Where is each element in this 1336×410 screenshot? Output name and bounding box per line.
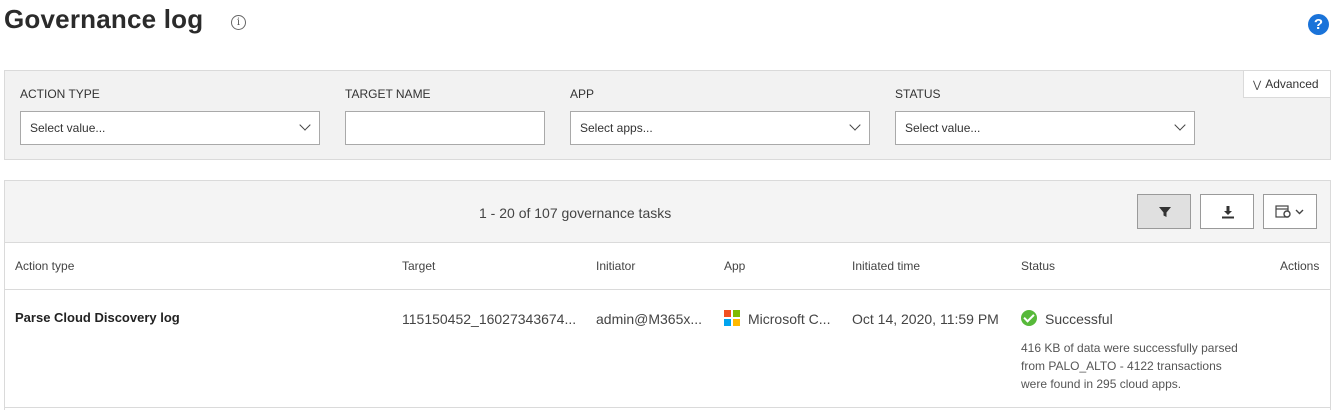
chevron-down-icon [299,119,311,131]
app-placeholder: Select apps... [580,121,653,135]
help-icon[interactable]: ? [1308,14,1329,35]
column-header-actions: Actions [1280,259,1320,273]
filter-icon [1159,207,1171,217]
header-divider [5,289,1330,290]
status-detail-line: were found in 295 cloud apps. [1021,377,1182,391]
row-divider [5,407,1330,408]
download-button[interactable] [1200,194,1254,229]
filter-panel: ⋁ Advanced ACTION TYPE Select value... TA… [4,70,1331,160]
status-detail-line: 416 KB of data were successfully parsed [1021,341,1238,355]
chevron-down-icon [849,119,861,131]
results-count: 1 - 20 of 107 governance tasks [479,205,672,221]
cell-status: Successful [1045,311,1113,327]
column-header-initiator[interactable]: Initiator [596,259,635,273]
target-name-label: TARGET NAME [345,87,431,101]
app-label: APP [570,87,595,101]
results-toolbar: 1 - 20 of 107 governance tasks [5,181,1330,243]
action-type-select[interactable]: Select value... [20,111,320,145]
column-settings-button[interactable] [1263,194,1317,229]
column-settings-icon [1275,205,1304,218]
column-header-status[interactable]: Status [1021,259,1055,273]
download-icon [1222,206,1234,219]
status-select[interactable]: Select value... [895,111,1195,145]
advanced-label: Advanced [1265,77,1319,91]
status-placeholder: Select value... [905,121,981,135]
status-detail: 416 KB of data were successfully parsed … [1021,339,1261,393]
page-title: Governance log [4,4,204,34]
target-name-input[interactable] [345,111,545,145]
cell-action-type: Parse Cloud Discovery log [15,310,180,325]
double-chevron-down-icon: ⋁ [1253,80,1262,91]
cell-target[interactable]: 115150452_16027343674... [402,311,576,327]
results-panel: 1 - 20 of 107 governance tasks Action ty… [4,180,1331,410]
check-circle-icon [1021,310,1037,326]
column-header-initiated-time[interactable]: Initiated time [852,259,920,273]
action-type-label: ACTION TYPE [20,87,100,101]
app-select[interactable]: Select apps... [570,111,870,145]
microsoft-logo-icon [724,310,740,326]
status-label: STATUS [895,87,941,101]
advanced-button[interactable]: ⋁ Advanced [1243,70,1331,98]
column-header-app[interactable]: App [724,259,745,273]
cell-initiator: admin@M365x... [596,311,703,327]
column-header-action-type[interactable]: Action type [15,259,74,273]
chevron-down-icon [1174,119,1186,131]
column-header-target[interactable]: Target [402,259,435,273]
filter-button[interactable] [1137,194,1191,229]
action-type-placeholder: Select value... [30,121,106,135]
status-detail-line: from PALO_ALTO - 4122 transactions [1021,359,1222,373]
cell-initiated-time: Oct 14, 2020, 11:59 PM [852,311,999,327]
info-icon[interactable]: i [231,15,246,30]
cell-app[interactable]: Microsoft C... [748,311,830,327]
